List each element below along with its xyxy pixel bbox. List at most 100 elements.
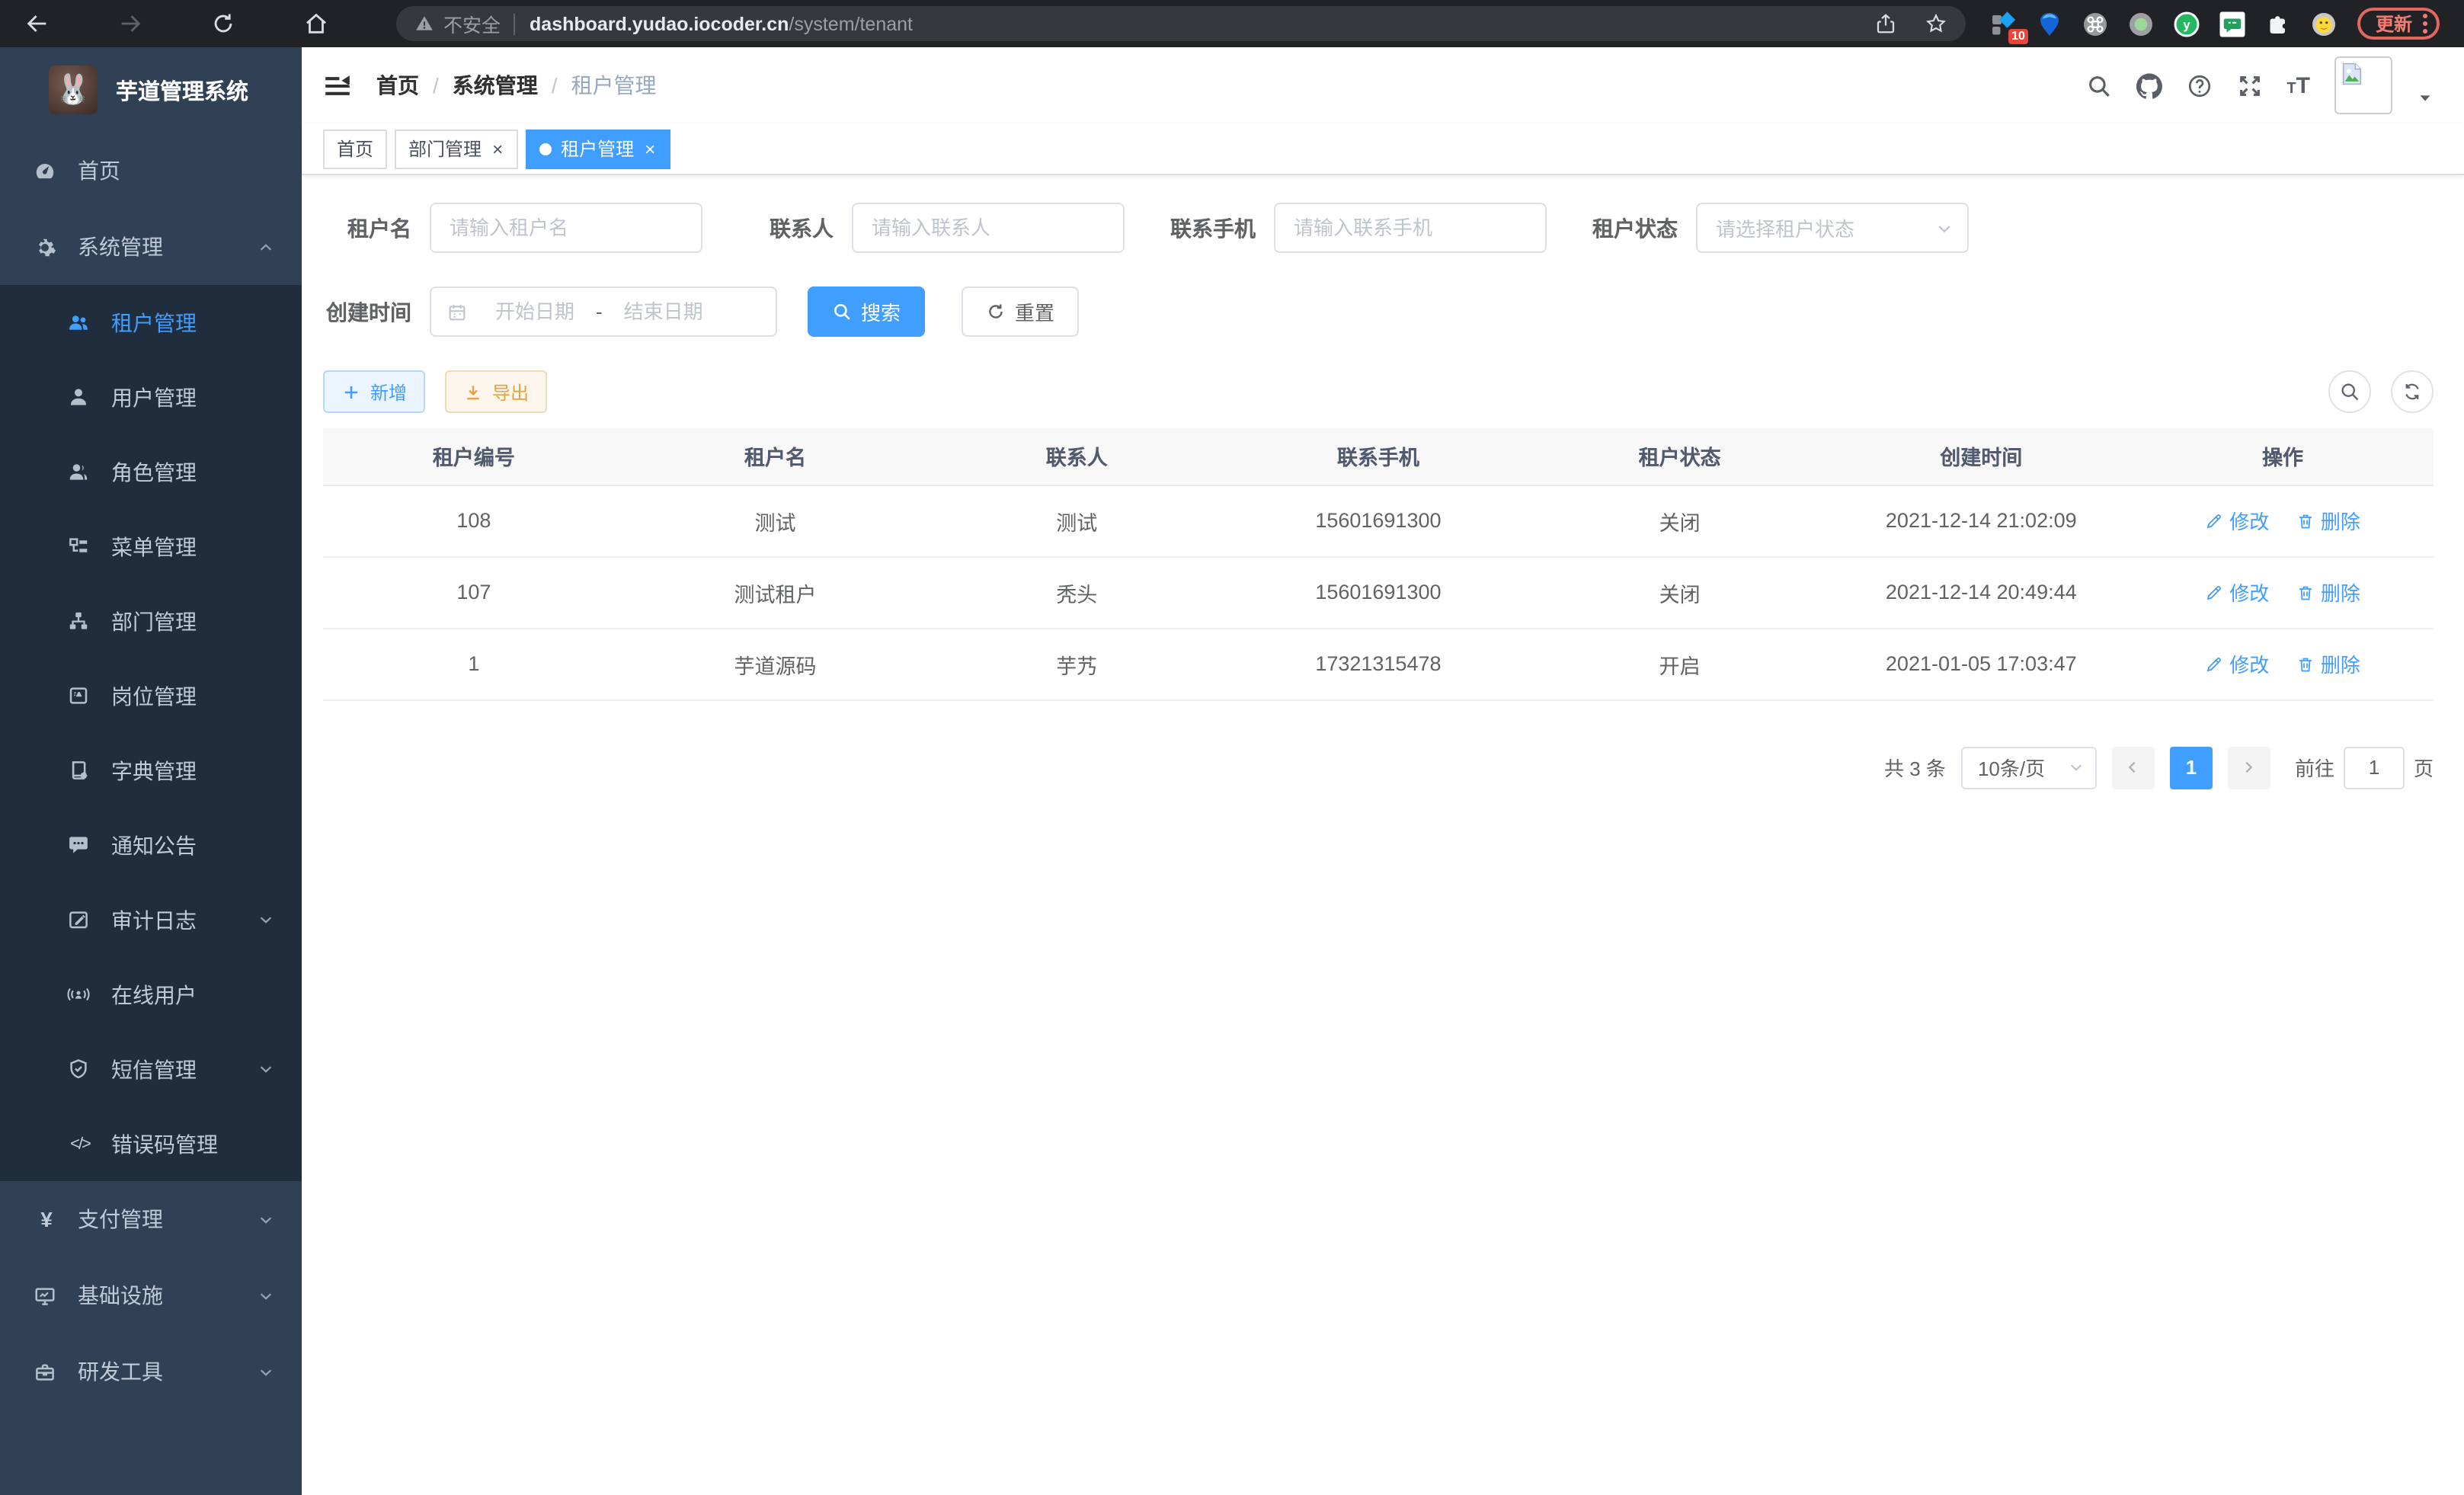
browser-update-button[interactable]: 更新 bbox=[2357, 8, 2440, 40]
tab-dept[interactable]: 部门管理 × bbox=[395, 129, 518, 168]
sidebar-item-home[interactable]: 首页 bbox=[0, 133, 302, 209]
download-icon bbox=[463, 382, 483, 402]
sidebar-item-online-user[interactable]: 在线用户 bbox=[0, 957, 302, 1032]
add-button[interactable]: 新增 bbox=[323, 370, 425, 413]
sidebar: 🐰 芋道管理系统 首页 系统管理 租户管理 bbox=[0, 47, 302, 1495]
sidebar-item-role[interactable]: 角色管理 bbox=[0, 434, 302, 509]
sidebar-item-dev-tools[interactable]: 研发工具 bbox=[0, 1333, 302, 1410]
sidebar-item-dict[interactable]: 字典管理 bbox=[0, 733, 302, 808]
status-select[interactable]: 请选择租户状态 bbox=[1696, 203, 1969, 253]
search-button[interactable]: 搜索 bbox=[808, 287, 925, 337]
browser-home-button[interactable] bbox=[303, 11, 329, 37]
breadcrumb-home[interactable]: 首页 bbox=[376, 70, 419, 101]
next-page-button[interactable] bbox=[2228, 746, 2270, 789]
page-content: 租户名 联系人 联系手机 租户状态 请选择租户状态 bbox=[302, 175, 2464, 1495]
page-1-button[interactable]: 1 bbox=[2170, 746, 2213, 789]
user-caret-down-icon[interactable] bbox=[2417, 89, 2434, 106]
start-date-input[interactable] bbox=[477, 300, 593, 323]
edit-link[interactable]: 修改 bbox=[2205, 649, 2269, 678]
share-icon[interactable] bbox=[1874, 12, 1897, 35]
extensions-puzzle-icon[interactable] bbox=[2264, 10, 2292, 37]
page-size-select[interactable]: 10条/页 bbox=[1961, 746, 2097, 789]
end-date-input[interactable] bbox=[606, 300, 722, 323]
sidebar-item-post[interactable]: 岗位管理 bbox=[0, 658, 302, 733]
browser-menu-icon[interactable] bbox=[2423, 14, 2427, 34]
browser-forward-button[interactable] bbox=[117, 11, 143, 37]
toolbox-icon bbox=[34, 1360, 56, 1383]
app-logo[interactable]: 🐰 芋道管理系统 bbox=[0, 47, 302, 133]
extension-command-icon[interactable] bbox=[2082, 10, 2109, 37]
close-icon[interactable]: × bbox=[491, 139, 504, 158]
security-label[interactable]: 不安全 bbox=[443, 9, 501, 38]
delete-link[interactable]: 删除 bbox=[2296, 578, 2360, 607]
sidebar-item-label: 系统管理 bbox=[78, 232, 163, 262]
col-status: 租户状态 bbox=[1529, 428, 1831, 485]
sidebar-item-error-code[interactable]: </> 错误码管理 bbox=[0, 1106, 302, 1181]
browser-back-button[interactable] bbox=[24, 11, 50, 37]
sidebar-item-infra[interactable]: 基础设施 bbox=[0, 1257, 302, 1333]
sidebar-item-menu[interactable]: 菜单管理 bbox=[0, 509, 302, 584]
mobile-input[interactable] bbox=[1274, 203, 1547, 253]
breadcrumb-system[interactable]: 系统管理 bbox=[453, 70, 538, 101]
reset-button[interactable]: 重置 bbox=[962, 287, 1079, 337]
extension-recorder-icon[interactable] bbox=[2127, 10, 2155, 37]
github-icon[interactable] bbox=[2136, 72, 2162, 98]
extension-chat-icon[interactable] bbox=[2219, 10, 2246, 37]
tenant-name-input[interactable] bbox=[430, 203, 702, 253]
refresh-table-button[interactable] bbox=[2391, 370, 2434, 413]
delete-link[interactable]: 删除 bbox=[2296, 506, 2360, 535]
edit-link[interactable]: 修改 bbox=[2205, 506, 2269, 535]
date-range-picker[interactable]: - bbox=[430, 287, 777, 337]
dashboard-icon bbox=[34, 159, 56, 182]
tab-home[interactable]: 首页 bbox=[323, 129, 387, 168]
sidebar-item-tenant[interactable]: 租户管理 bbox=[0, 285, 302, 360]
address-bar[interactable]: 不安全 dashboard.yudao.iocoder.cn/system/te… bbox=[396, 6, 1966, 41]
green-chat-icon bbox=[2219, 10, 2246, 37]
sidebar-item-user[interactable]: 用户管理 bbox=[0, 360, 302, 434]
close-icon[interactable]: × bbox=[643, 139, 657, 158]
tab-tenant[interactable]: 租户管理 × bbox=[526, 129, 670, 168]
update-label: 更新 bbox=[2376, 11, 2412, 37]
fullscreen-icon[interactable] bbox=[2236, 72, 2262, 98]
bookmark-star-icon[interactable] bbox=[1925, 12, 1947, 35]
url-text[interactable]: dashboard.yudao.iocoder.cn/system/tenant bbox=[530, 13, 913, 34]
extension-balloon-icon[interactable] bbox=[2036, 10, 2063, 37]
delete-label: 删除 bbox=[2321, 578, 2360, 607]
edit-label: 修改 bbox=[2229, 506, 2269, 535]
sidebar-item-system[interactable]: 系统管理 bbox=[0, 209, 302, 285]
delete-link[interactable]: 删除 bbox=[2296, 649, 2360, 678]
font-size-icon[interactable]: TT bbox=[2286, 74, 2310, 97]
table-header-row: 租户编号 租户名 联系人 联系手机 租户状态 创建时间 操作 bbox=[323, 428, 2434, 485]
sidebar-item-notice[interactable]: 通知公告 bbox=[0, 808, 302, 882]
extension-translate-icon[interactable]: 10 bbox=[1990, 10, 2018, 37]
sidebar-item-label: 错误码管理 bbox=[111, 1128, 218, 1159]
cell-created: 2021-12-14 21:02:09 bbox=[1830, 485, 2132, 556]
extension-yuque-icon[interactable]: y bbox=[2173, 10, 2200, 37]
reset-button-label: 重置 bbox=[1015, 297, 1054, 326]
url-domain: dashboard.yudao.iocoder.cn bbox=[530, 13, 789, 34]
filter-row-1: 租户名 联系人 联系手机 租户状态 请选择租户状态 bbox=[323, 203, 2434, 253]
filter-tenant-name: 租户名 bbox=[323, 203, 702, 253]
sidebar-item-dept[interactable]: 部门管理 bbox=[0, 584, 302, 658]
sidebar-item-audit-log[interactable]: 审计日志 bbox=[0, 882, 302, 957]
export-button[interactable]: 导出 bbox=[445, 370, 547, 413]
org-tree-icon bbox=[67, 610, 90, 632]
extension-emoji-icon[interactable] bbox=[2310, 10, 2338, 37]
show-search-button[interactable] bbox=[2328, 370, 2371, 413]
sidebar-item-label: 审计日志 bbox=[111, 904, 197, 935]
sidebar-item-sms[interactable]: 短信管理 bbox=[0, 1032, 302, 1106]
browser-reload-button[interactable] bbox=[210, 11, 236, 37]
hamburger-icon[interactable] bbox=[323, 71, 352, 100]
sidebar-item-pay[interactable]: ¥ 支付管理 bbox=[0, 1181, 302, 1257]
search-button-label: 搜索 bbox=[861, 297, 901, 326]
col-tenant-name: 租户名 bbox=[625, 428, 926, 485]
header-search-icon[interactable] bbox=[2085, 72, 2111, 98]
goto-page-input[interactable] bbox=[2344, 746, 2405, 789]
contact-input[interactable] bbox=[852, 203, 1125, 253]
prev-page-button[interactable] bbox=[2112, 746, 2155, 789]
sidebar-menu: 首页 系统管理 租户管理 用户管理 bbox=[0, 133, 302, 1410]
edit-link[interactable]: 修改 bbox=[2205, 578, 2269, 607]
avatar[interactable] bbox=[2334, 56, 2392, 114]
chevron-down-icon bbox=[258, 1061, 274, 1077]
help-icon[interactable] bbox=[2186, 72, 2212, 98]
